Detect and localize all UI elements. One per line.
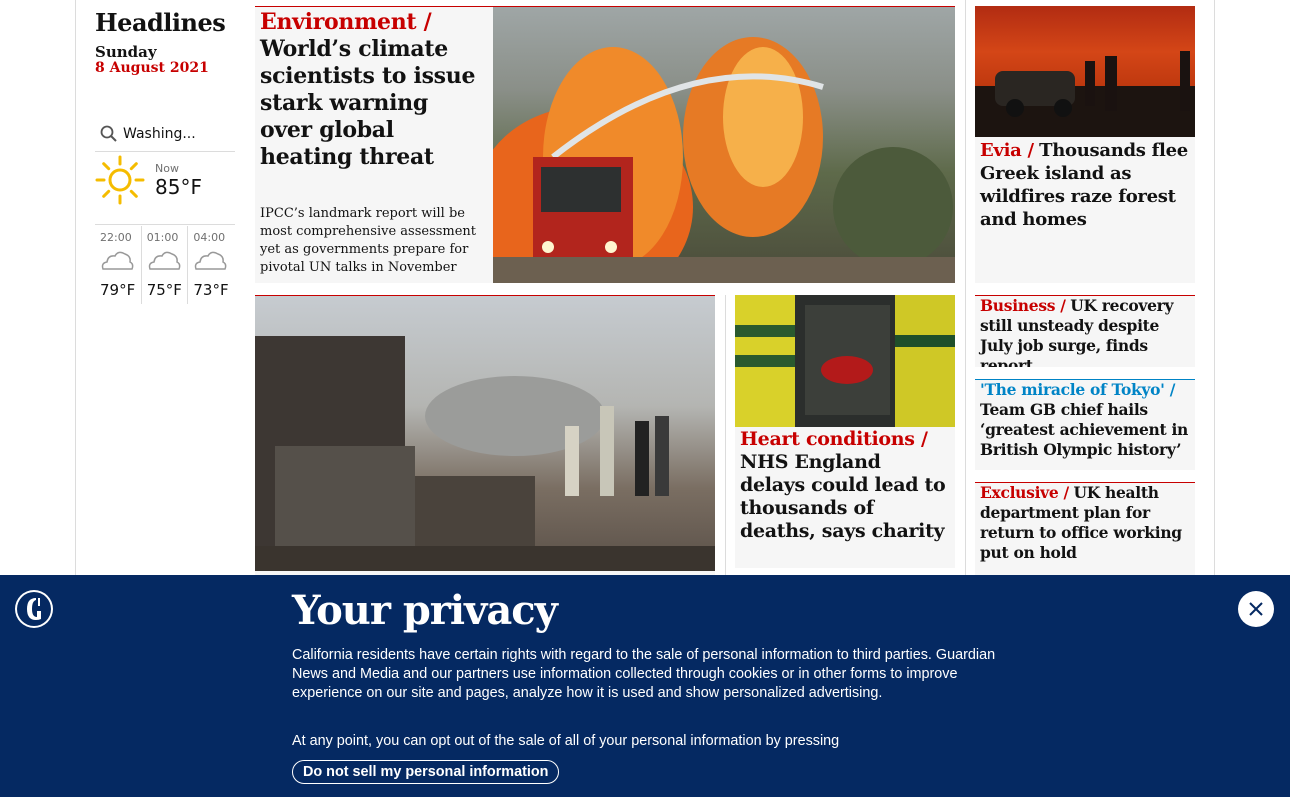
forecast-time: 01:00 [146,231,179,244]
column-divider [965,0,966,575]
cloud-icon [195,251,227,270]
story-kicker: Evia / [980,140,1034,161]
guardian-logo [15,590,53,628]
page-border-left [75,0,76,575]
do-not-sell-button[interactable]: Do not sell my personal information [292,760,560,784]
section-title: Headlines [95,8,226,37]
privacy-title: Your privacy [292,587,558,634]
cloud-icon [101,251,134,270]
ambulance-photo [735,295,955,427]
story-card[interactable]: 'The miracle of Tokyo' / Team GB chief h… [975,379,1195,470]
sun-icon [95,155,145,205]
forecast-time: 04:00 [193,231,226,244]
evia-photo [975,6,1195,137]
forecast-temp: 75°F [146,281,182,299]
forecast-item: 04:00 73°F [188,226,235,304]
story-kicker: Exclusive / [980,483,1069,502]
story-headline[interactable]: Team GB chief hails ‘greatest achievemen… [980,400,1188,459]
story-headline[interactable]: World’s climate scientists to issue star… [260,36,475,170]
column-divider [725,295,726,575]
weather-location-search[interactable] [95,116,235,152]
now-label: Now [155,162,179,175]
story-standfirst: IPCC’s landmark report will be most comp… [260,206,477,275]
story-kicker: Business / [980,296,1066,315]
forecast-time: 22:00 [100,231,132,244]
forecast-item: 01:00 75°F [142,226,189,304]
story-card[interactable]: Evia / Thousands flee Greek island as wi… [975,6,1195,283]
page-border-right [1214,0,1215,575]
story-card[interactable] [255,295,715,575]
date-full: 8 August 2021 [95,60,209,76]
search-icon [100,125,117,142]
weather-now: Now 85°F [95,153,235,225]
date-day: Sunday [95,43,157,61]
story-card[interactable]: Exclusive / UK health department plan fo… [975,482,1195,575]
now-temperature: 85°F [155,175,202,199]
weather-location-input[interactable] [123,125,223,142]
story-kicker: Heart conditions / [740,428,928,450]
cloud-icon [148,251,181,270]
close-button[interactable] [1238,591,1274,627]
story-headline[interactable]: NHS England delays could lead to thousan… [740,451,946,542]
story-kicker: 'The miracle of Tokyo' / [980,380,1176,399]
privacy-body: California residents have certain rights… [292,647,996,701]
weather-forecast: 22:00 79°F 01:00 75°F 04:00 73°F [95,226,235,304]
fire-aftermath-photo [255,296,715,571]
main-story-card[interactable]: Environment / World’s climate scientists… [255,6,955,283]
forecast-temp: 73°F [193,281,229,299]
forecast-temp: 79°F [100,281,136,299]
close-icon [1249,602,1263,616]
story-kicker: Environment / [260,9,432,35]
wildfire-photo [493,7,955,283]
story-card[interactable]: Heart conditions / NHS England delays co… [735,295,955,568]
forecast-item: 22:00 79°F [95,226,142,304]
story-card[interactable]: Business / UK recovery still unsteady de… [975,295,1195,367]
privacy-banner: Your privacy California residents have c… [0,575,1290,797]
privacy-opt-out-text: At any point, you can opt out of the sal… [292,733,840,749]
